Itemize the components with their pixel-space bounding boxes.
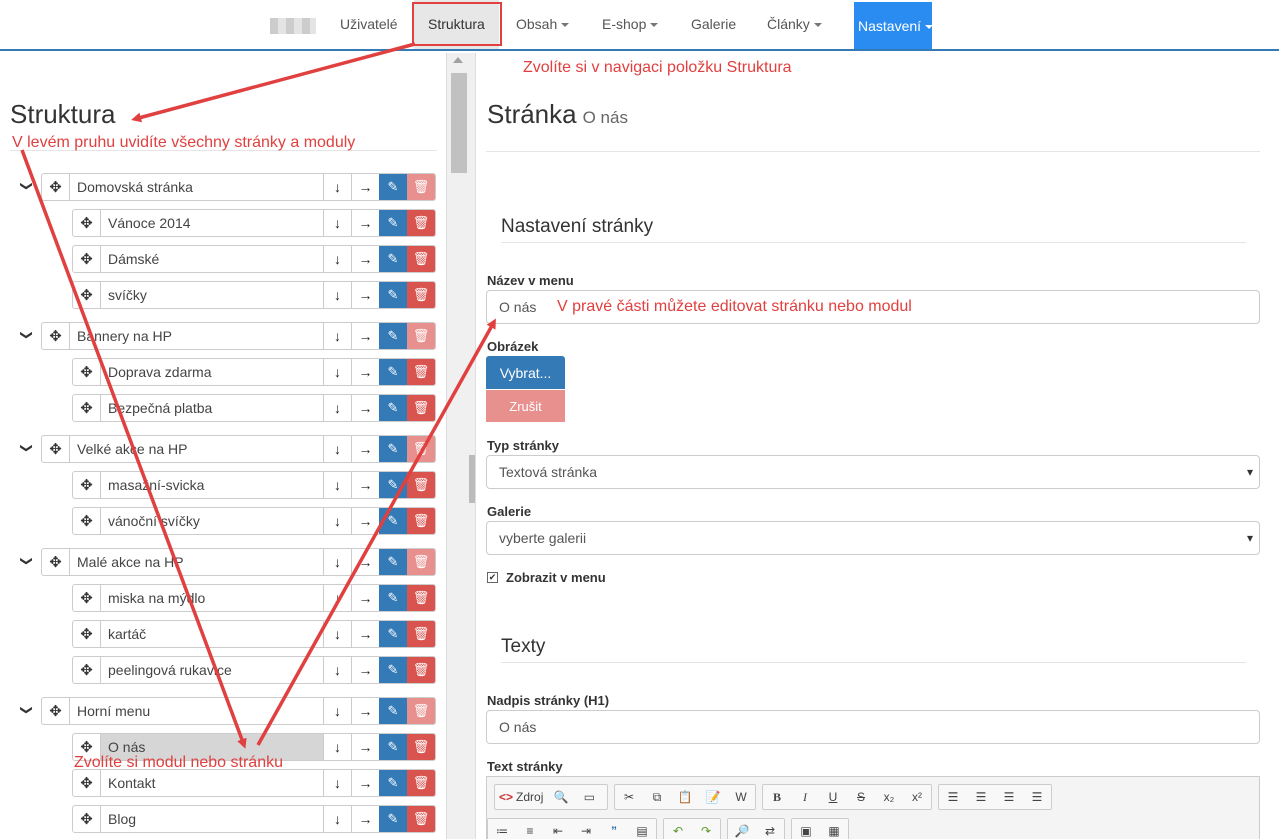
annotation-pick-hint: Zvolíte si modul nebo stránku (74, 754, 283, 771)
annotation-arrows (20, 42, 496, 749)
annotation-right-hint: V pravé části můžete editovat stránku ne… (557, 298, 912, 315)
annotation-left-hint: V levém pruhu uvidíte všechny stránky a … (12, 134, 356, 151)
arrow-to-editor (256, 318, 496, 746)
annotation-nav-hint: Zvolíte si v navigaci položku Struktura (523, 59, 792, 76)
arrow-to-selected-item (20, 149, 247, 749)
arrow-to-structure-title (131, 42, 416, 123)
